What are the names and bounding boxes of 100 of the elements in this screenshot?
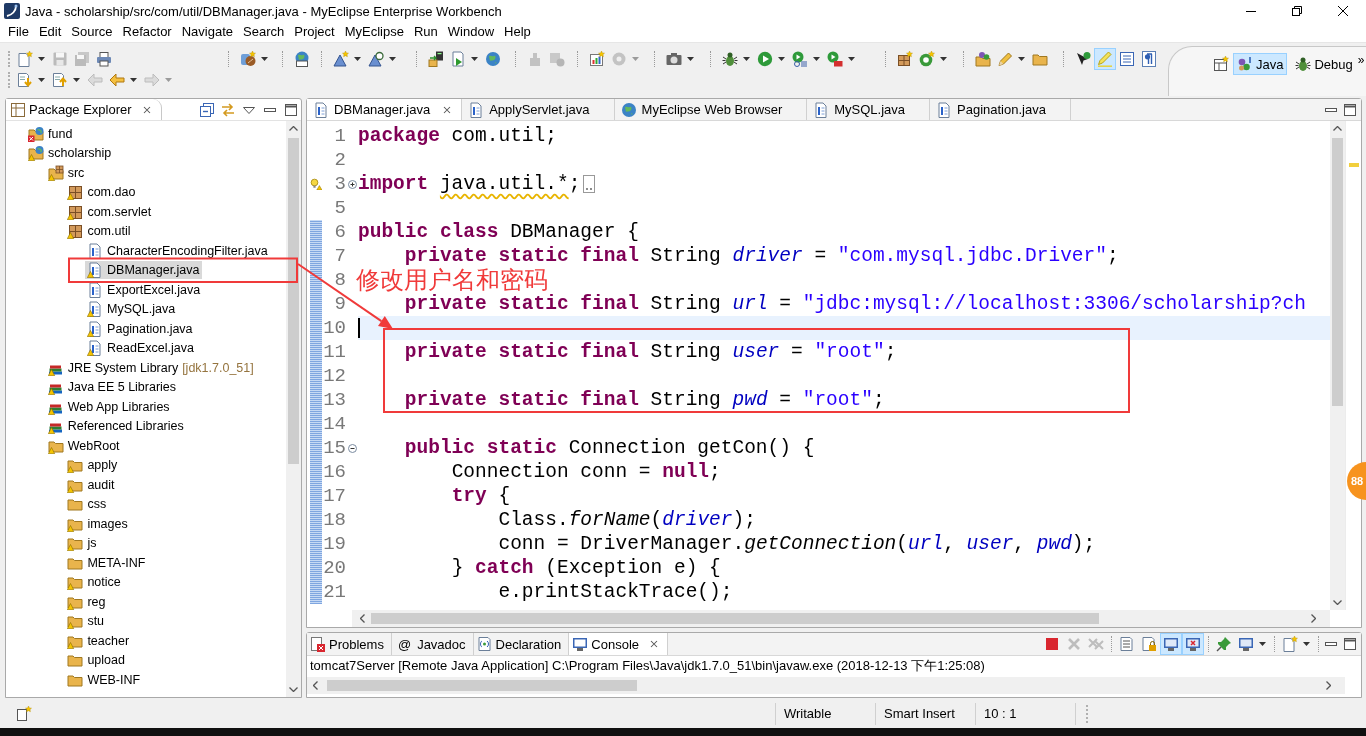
maximize-icon[interactable] (283, 101, 299, 118)
caret-icon[interactable] (778, 57, 785, 61)
caret-icon[interactable] (940, 57, 947, 61)
monitor-cross-icon[interactable] (1182, 633, 1204, 655)
tree-item[interactable]: stu (65, 612, 107, 631)
view-tab[interactable]: Console (569, 633, 668, 655)
bug-icon[interactable] (722, 51, 738, 67)
tree-item[interactable]: META-INF (65, 553, 148, 572)
close-icon[interactable] (1338, 6, 1348, 16)
caret-icon[interactable] (471, 57, 478, 61)
horizontal-scrollbar[interactable] (307, 677, 1345, 694)
tree-item[interactable]: images (65, 514, 130, 533)
warning-marker[interactable] (1348, 163, 1359, 167)
menu-item[interactable]: Edit (33, 22, 67, 42)
scroll-left-icon[interactable] (313, 681, 318, 690)
globe-card-icon[interactable] (294, 51, 310, 67)
folder-spheres-icon[interactable] (975, 51, 991, 67)
tree-item[interactable]: Pagination.java (85, 319, 195, 338)
monitor-icon[interactable] (1238, 636, 1254, 652)
restore-icon[interactable] (1292, 6, 1302, 16)
tree-item[interactable]: WebRoot (45, 436, 122, 455)
tree-item[interactable]: com.util (65, 222, 133, 241)
editor-tab[interactable]: Pagination.java (930, 99, 1071, 120)
caret-icon[interactable] (813, 57, 820, 61)
play-icon[interactable] (757, 51, 773, 67)
caret-icon[interactable] (261, 57, 268, 61)
document-up-arrow-icon[interactable] (52, 72, 68, 88)
tree-item[interactable]: DBManager.java (85, 261, 202, 280)
perspective-button[interactable]: Java (1233, 53, 1288, 75)
caret-icon[interactable] (687, 57, 694, 61)
tree-item[interactable]: WEB-INF (65, 670, 143, 689)
tree-item[interactable]: com.servlet (65, 202, 154, 221)
tree-item[interactable]: upload (65, 651, 127, 670)
window-star-icon[interactable] (16, 706, 32, 722)
document-lines-icon[interactable] (1119, 636, 1135, 652)
folded-code-icon[interactable] (583, 175, 596, 193)
scrollbar-thumb[interactable] (371, 613, 1099, 624)
view-tab[interactable]: Declaration (473, 633, 570, 655)
new-document-icon[interactable] (1282, 636, 1298, 652)
menu-item[interactable]: Navigate (176, 22, 238, 42)
pyramid-star-icon[interactable] (333, 51, 349, 67)
caret-icon[interactable] (848, 57, 855, 61)
pin-icon[interactable] (1216, 636, 1232, 652)
tree-item[interactable]: fund (26, 124, 75, 143)
monitor-icon[interactable] (1160, 633, 1182, 655)
editor-tab[interactable]: ApplyServlet.java (462, 99, 615, 120)
caret-icon[interactable] (38, 57, 45, 61)
tree-item[interactable]: css (65, 495, 109, 514)
collapse-all-icon[interactable] (199, 101, 215, 118)
globe-icon[interactable] (485, 51, 501, 67)
horizontal-scrollbar[interactable] (352, 610, 1330, 627)
scrollbar-thumb[interactable] (327, 680, 637, 691)
tree-item[interactable]: Web App Libraries (45, 397, 172, 416)
folder-icon[interactable] (1032, 51, 1048, 67)
document-play-icon[interactable] (450, 51, 466, 67)
vertical-scrollbar[interactable] (1330, 121, 1345, 610)
editor-tab[interactable]: DBManager.java (307, 99, 463, 120)
scroll-left-icon[interactable] (360, 614, 365, 623)
pyramid-ring-icon[interactable] (368, 51, 384, 67)
printer-icon[interactable] (96, 51, 112, 67)
tree-item[interactable]: CharacterEncodingFilter.java (85, 241, 270, 260)
menu-item[interactable]: MyEclipse (339, 22, 409, 42)
package-star-icon[interactable] (897, 51, 913, 67)
document-down-arrow-icon[interactable] (17, 72, 33, 88)
menu-item[interactable]: Help (499, 22, 536, 42)
camera-icon[interactable] (666, 51, 682, 67)
caret-icon[interactable] (1303, 642, 1310, 646)
document-lock-icon[interactable] (1141, 636, 1157, 652)
tree-item[interactable]: MySQL.java (85, 300, 178, 319)
server-arrow-icon[interactable] (428, 51, 444, 67)
vertical-scrollbar[interactable] (286, 121, 301, 697)
menu-item[interactable]: Search (238, 22, 290, 42)
scrollbar-thumb[interactable] (288, 138, 299, 464)
scroll-down-icon[interactable] (1333, 600, 1342, 605)
scroll-up-icon[interactable] (289, 126, 298, 131)
caret-icon[interactable] (354, 57, 361, 61)
caret-icon[interactable] (1018, 57, 1025, 61)
play-toolbox-icon[interactable] (827, 51, 843, 67)
stop-icon[interactable] (1044, 636, 1060, 652)
tree-item[interactable]: apply (65, 456, 120, 475)
editor-tab[interactable]: MyEclipse Web Browser (614, 99, 808, 120)
scroll-right-icon[interactable] (1326, 681, 1331, 690)
tree-item[interactable]: Java EE 5 Libraries (45, 378, 179, 397)
new-document-icon[interactable] (17, 51, 33, 67)
caret-icon[interactable] (38, 78, 45, 82)
scroll-down-icon[interactable] (289, 687, 298, 692)
view-tab[interactable]: Problems (307, 633, 392, 655)
tree-item[interactable]: ExportExcel.java (85, 280, 203, 299)
tree-item[interactable]: js (65, 534, 99, 553)
menu-item[interactable]: Project (289, 22, 340, 42)
tree-item[interactable]: audit (65, 475, 117, 494)
view-tab[interactable]: Package Explorer (6, 99, 162, 120)
play-list-icon[interactable] (792, 51, 808, 67)
tree-item[interactable]: ReadExcel.java (85, 339, 196, 358)
caret-icon[interactable] (389, 57, 396, 61)
perspective-button[interactable]: Debug (1291, 53, 1357, 75)
text-block-icon[interactable] (1119, 51, 1135, 67)
editor-tab[interactable]: MySQL.java (807, 99, 931, 120)
caret-icon[interactable] (743, 57, 750, 61)
scroll-up-icon[interactable] (1333, 126, 1342, 131)
